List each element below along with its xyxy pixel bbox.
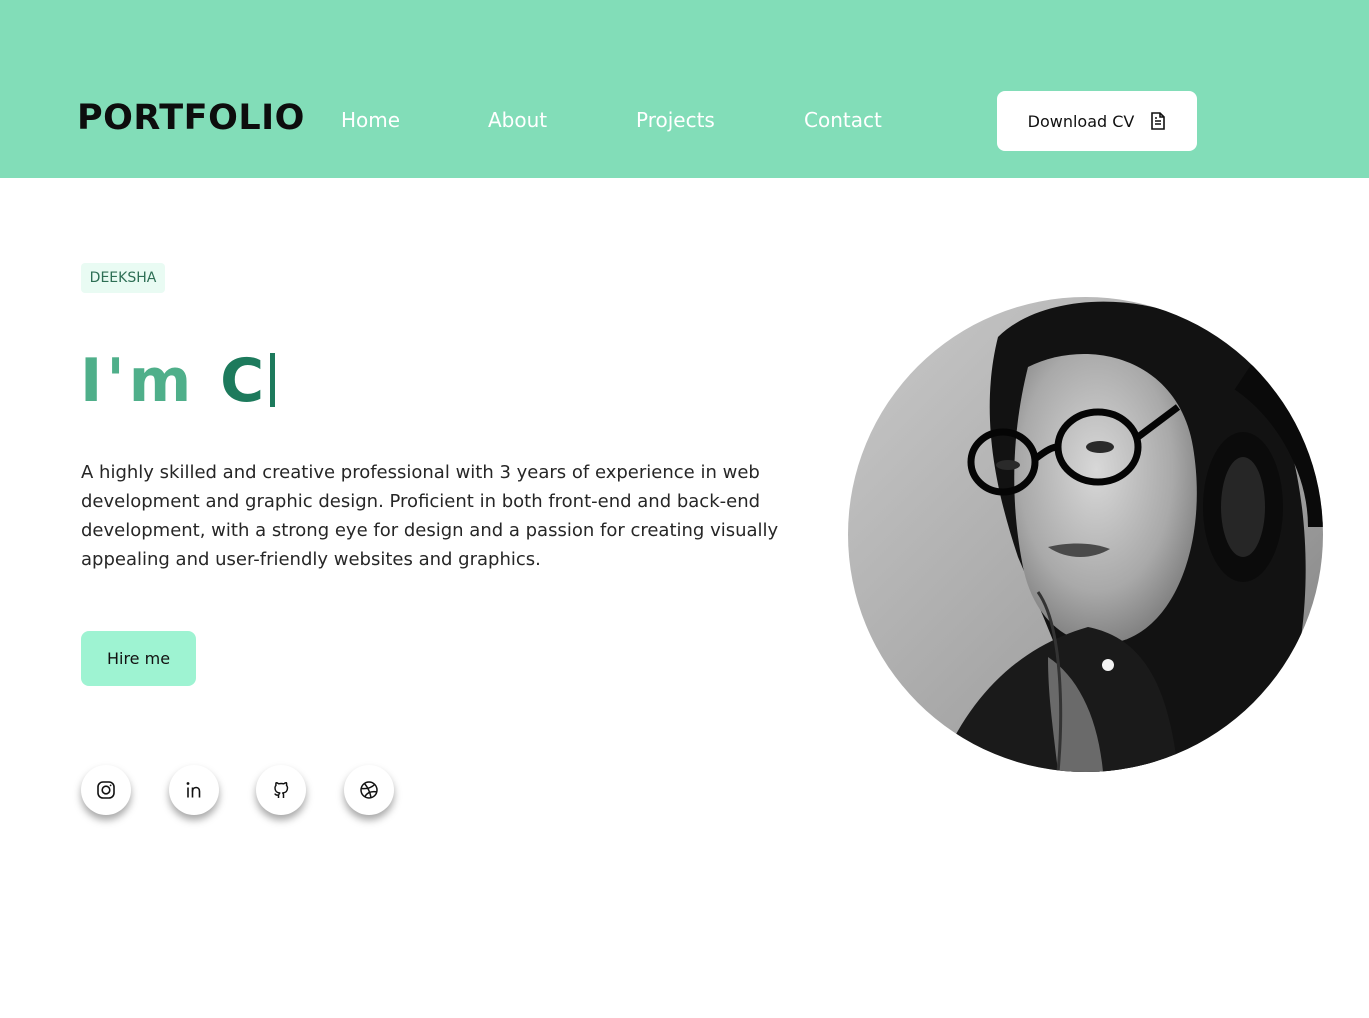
name-badge: DEEKSHA — [81, 263, 165, 293]
nav-contact[interactable]: Contact — [804, 108, 882, 132]
site-logo[interactable]: PORTFOLIO — [77, 98, 305, 138]
bio-paragraph: A highly skilled and creative profession… — [81, 462, 779, 570]
instagram-icon — [97, 781, 115, 799]
github-link[interactable] — [256, 765, 306, 815]
document-icon — [1151, 112, 1166, 130]
download-cv-label: Download CV — [1027, 111, 1135, 131]
download-cv-button[interactable]: Download CV — [997, 91, 1197, 151]
nav-about[interactable]: About — [488, 108, 547, 132]
profile-photo-graphic — [848, 297, 1323, 772]
dribbble-link[interactable] — [344, 765, 394, 815]
linkedin-link[interactable] — [169, 765, 219, 815]
typing-headline: I'm C — [80, 346, 276, 416]
headline-prefix: I'm — [80, 346, 221, 416]
instagram-link[interactable] — [81, 765, 131, 815]
nav-projects[interactable]: Projects — [636, 108, 715, 132]
nav-home[interactable]: Home — [341, 108, 400, 132]
typing-cursor — [270, 353, 276, 407]
headline-typed-text: C — [220, 346, 269, 416]
hire-me-button[interactable]: Hire me — [81, 631, 196, 686]
linkedin-icon — [186, 782, 201, 798]
profile-photo — [848, 297, 1323, 772]
github-icon — [274, 782, 289, 798]
top-navbar: PORTFOLIO Home About Projects Contact Do… — [0, 0, 1369, 178]
dribbble-icon — [360, 781, 378, 799]
